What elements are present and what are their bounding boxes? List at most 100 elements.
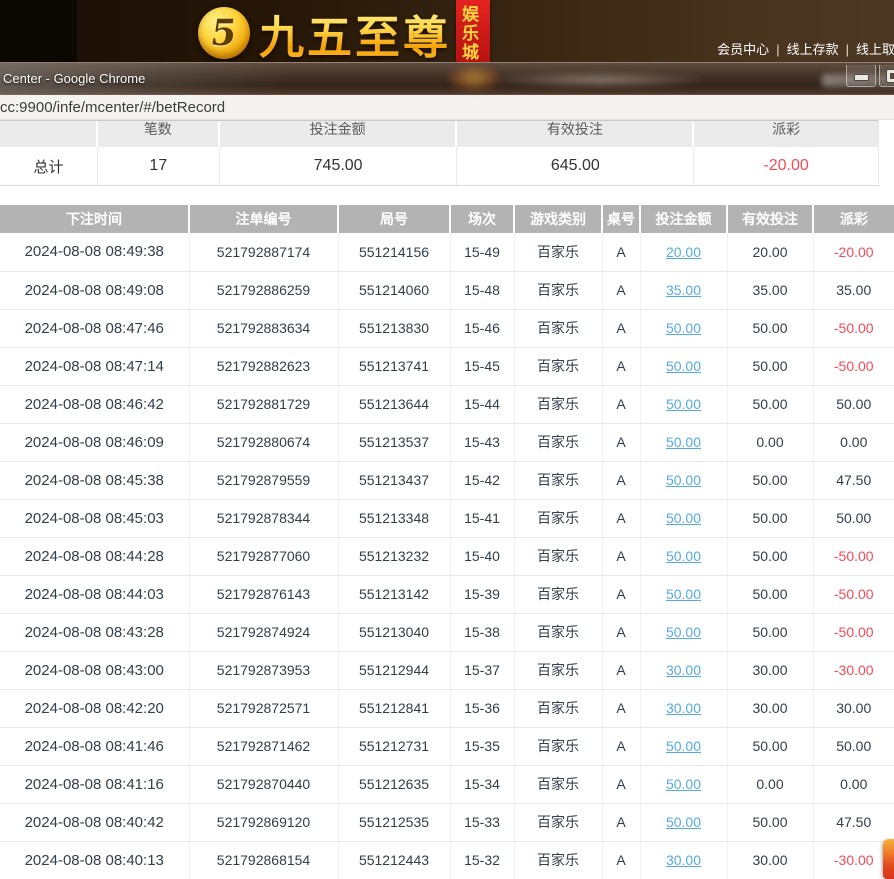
cell-valid-bet: 30.00 [727, 651, 814, 690]
bet-amount-link[interactable]: 30.00 [666, 662, 701, 678]
table-row: 2024-08-08 08:43:00 521792873953 551212944… [0, 651, 894, 690]
column-header: 投注金额 [640, 205, 728, 233]
cell-payout: -50.00 [813, 347, 894, 386]
bet-amount-link[interactable]: 30.00 [666, 852, 701, 868]
bet-amount-link[interactable]: 20.00 [666, 244, 701, 260]
cell-session: 15-36 [450, 689, 515, 728]
bet-amount-link[interactable]: 50.00 [666, 738, 701, 754]
cell-table-number: A [602, 803, 641, 842]
bet-amount-link[interactable]: 30.00 [666, 700, 701, 716]
cell-bet-time: 2024-08-08 08:46:09 [0, 423, 190, 462]
logo-coin-digit: 5 [208, 12, 240, 54]
cell-round-number: 551213644 [338, 385, 451, 424]
cell-game-type: 百家乐 [514, 309, 603, 348]
cell-order-number: 521792872571 [189, 689, 339, 728]
cell-bet-time: 2024-08-08 08:45:03 [0, 499, 190, 538]
screen: 5 九五至尊 娱乐城 会员中心 | 线上存款 | 线上取 Center - Google… [0, 0, 894, 879]
cell-table-number: A [602, 727, 641, 766]
cell-round-number: 551213537 [338, 423, 451, 462]
cell-valid-bet: 50.00 [727, 727, 814, 766]
bet-amount-link[interactable]: 50.00 [666, 358, 701, 374]
cell-game-type: 百家乐 [514, 765, 603, 804]
cell-bet-time: 2024-08-08 08:45:38 [0, 461, 190, 500]
cell-game-type: 百家乐 [514, 385, 603, 424]
cell-payout: -30.00 [813, 841, 894, 879]
nav-member-center[interactable]: 会员中心 [717, 42, 769, 57]
table-row: 2024-08-08 08:46:42 521792881729 551213644… [0, 385, 894, 424]
cell-bet-time: 2024-08-08 08:49:38 [0, 233, 190, 272]
cell-game-type: 百家乐 [514, 537, 603, 576]
background-dark-panel [0, 0, 77, 62]
summary-valid-bet: 645.00 [457, 147, 695, 185]
bet-amount-link[interactable]: 50.00 [666, 472, 701, 488]
table-row: 2024-08-08 08:42:20 521792872571 551212841… [0, 689, 894, 728]
cell-game-type: 百家乐 [514, 233, 603, 272]
cell-game-type: 百家乐 [514, 423, 603, 462]
cell-game-type: 百家乐 [514, 461, 603, 500]
cell-bet-amount: 30.00 [640, 651, 728, 690]
floating-service-widget[interactable] [883, 839, 894, 879]
cell-bet-amount: 50.00 [640, 803, 728, 842]
cell-order-number: 521792868154 [189, 841, 339, 879]
cell-session: 15-41 [450, 499, 515, 538]
cell-session: 15-45 [450, 347, 515, 386]
cell-game-type: 百家乐 [514, 689, 603, 728]
maximize-button[interactable] [879, 65, 894, 87]
summary-column-header: 投注金额 [220, 121, 458, 147]
table-row: 2024-08-08 08:45:03 521792878344 551213348… [0, 499, 894, 538]
cell-round-number: 551212535 [338, 803, 451, 842]
cell-round-number: 551213348 [338, 499, 451, 538]
cell-payout: 50.00 [813, 727, 894, 766]
nav-online-withdraw[interactable]: 线上取 [856, 42, 894, 57]
cell-table-number: A [602, 651, 641, 690]
minimize-icon [854, 74, 869, 81]
bet-amount-link[interactable]: 50.00 [666, 548, 701, 564]
summary-bet-amount: 745.00 [220, 147, 458, 185]
cell-valid-bet: 30.00 [727, 689, 814, 728]
cell-valid-bet: 50.00 [727, 385, 814, 424]
bet-amount-link[interactable]: 50.00 [666, 320, 701, 336]
table-row: 2024-08-08 08:44:03 521792876143 551213142… [0, 575, 894, 614]
cell-table-number: A [602, 499, 641, 538]
cell-payout: -50.00 [813, 537, 894, 576]
cell-round-number: 551212731 [338, 727, 451, 766]
minimize-button[interactable] [846, 65, 876, 87]
cell-bet-time: 2024-08-08 08:40:42 [0, 803, 190, 842]
window-title-bar[interactable]: Center - Google Chrome [0, 62, 894, 95]
bet-amount-link[interactable]: 35.00 [666, 282, 701, 298]
table-row: 2024-08-08 08:49:08 521792886259 551214060… [0, 271, 894, 310]
cell-payout: 0.00 [813, 423, 894, 462]
logo-coin-icon: 5 [198, 7, 250, 59]
cell-bet-amount: 50.00 [640, 423, 728, 462]
address-bar[interactable]: cc:9900/infe/mcenter/#/betRecord [0, 95, 894, 120]
cell-table-number: A [602, 613, 641, 652]
cell-order-number: 521792869120 [189, 803, 339, 842]
summary-table: 笔数 投注金额 有效投注 派彩 总计 17 745.00 645.00 -20.00 [0, 120, 879, 186]
bet-amount-link[interactable]: 50.00 [666, 396, 701, 412]
cell-table-number: A [602, 347, 641, 386]
summary-total-label: 总计 [0, 147, 98, 185]
cell-round-number: 551213142 [338, 575, 451, 614]
bet-amount-link[interactable]: 50.00 [666, 776, 701, 792]
cell-order-number: 521792874924 [189, 613, 339, 652]
bet-amount-link[interactable]: 50.00 [666, 586, 701, 602]
bet-amount-link[interactable]: 50.00 [666, 624, 701, 640]
cell-game-type: 百家乐 [514, 613, 603, 652]
cell-bet-time: 2024-08-08 08:41:46 [0, 727, 190, 766]
bet-amount-link[interactable]: 50.00 [666, 434, 701, 450]
cell-round-number: 551213437 [338, 461, 451, 500]
cell-bet-amount: 50.00 [640, 385, 728, 424]
cell-valid-bet: 50.00 [727, 575, 814, 614]
bet-amount-link[interactable]: 50.00 [666, 814, 701, 830]
cell-table-number: A [602, 537, 641, 576]
cell-payout: -50.00 [813, 613, 894, 652]
nav-separator: | [845, 42, 849, 57]
column-header: 游戏类别 [514, 205, 603, 233]
cell-payout: 50.00 [813, 499, 894, 538]
nav-online-deposit[interactable]: 线上存款 [787, 42, 839, 57]
bet-amount-link[interactable]: 50.00 [666, 510, 701, 526]
cell-bet-amount: 50.00 [640, 309, 728, 348]
cell-table-number: A [602, 423, 641, 462]
cell-order-number: 521792876143 [189, 575, 339, 614]
table-row: 2024-08-08 08:46:09 521792880674 551213537… [0, 423, 894, 462]
